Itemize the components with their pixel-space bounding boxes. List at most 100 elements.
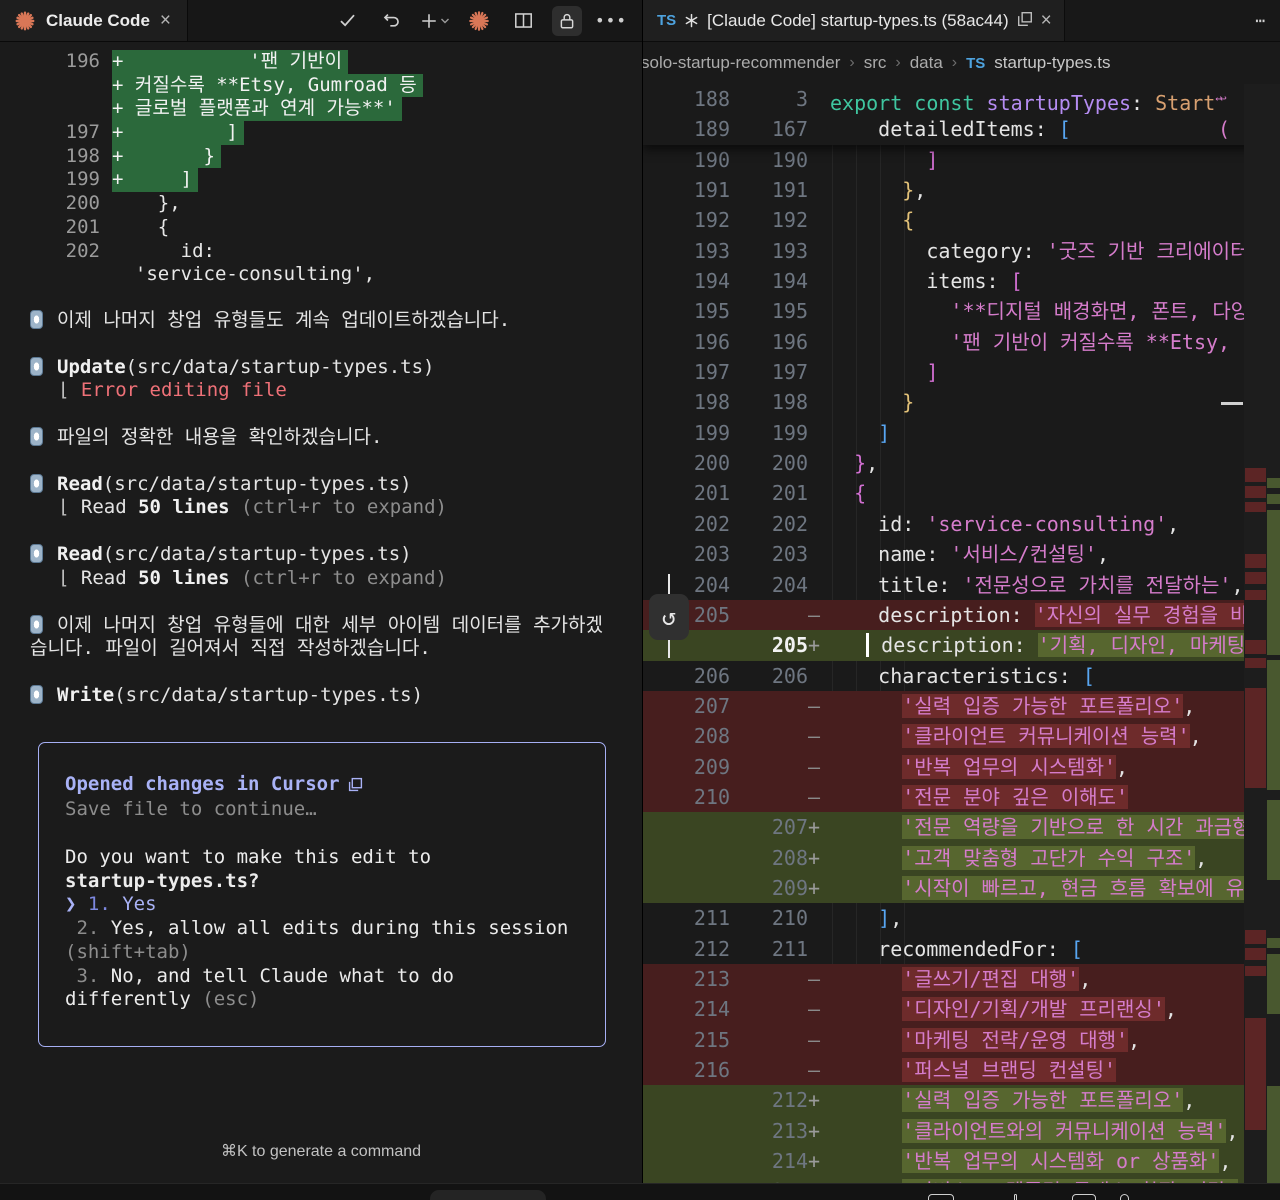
diff-line[interactable]: 206 206 characteristics: [ bbox=[643, 661, 1280, 691]
diff-line[interactable]: 195 195 '**디지털 배경화면, 폰트, 다양한 bbox=[643, 296, 1280, 326]
diff-line[interactable]: 196 196 '팬 기반이 커질수록 **Etsy, bbox=[643, 327, 1280, 357]
diff-line[interactable]: 208 + '고객 맞춤형 고단가 수익 구조', bbox=[643, 842, 1280, 873]
code-line-content[interactable]: id: 'service-consulting', bbox=[821, 509, 1280, 539]
code-line-content[interactable]: '반복 업무의 시스템화', bbox=[821, 752, 1280, 782]
revert-icon[interactable]: ↺ bbox=[649, 594, 689, 640]
compare-changes-icon[interactable] bbox=[1017, 11, 1033, 31]
editor-tab[interactable]: TS [Claude Code] startup-types.ts (58ac4… bbox=[643, 0, 1065, 41]
code-line-content[interactable]: detailedItems: [ bbox=[821, 114, 1280, 144]
code-line-content[interactable]: '클라이언트 커뮤니케이션 능력', bbox=[821, 721, 1280, 751]
lock-button[interactable] bbox=[552, 5, 582, 36]
code-line-content[interactable]: '실력 입증 가능한 포트폴리오', bbox=[821, 1085, 1280, 1115]
diff-line[interactable]: 198 198 } bbox=[643, 387, 1280, 417]
code-line-content[interactable]: { bbox=[821, 205, 1280, 235]
diff-line[interactable]: 212 + '실력 입증 가능한 포트폴리오', bbox=[643, 1085, 1280, 1116]
dialog-option-2[interactable]: 2. Yes, allow all edits during this sess… bbox=[65, 917, 579, 964]
minimap[interactable] bbox=[1244, 84, 1280, 1183]
code-line-content[interactable]: }, bbox=[821, 175, 1280, 205]
diff-line[interactable]: 215+ '서비스 → 템플릿/클래스 확장 전략' bbox=[643, 1176, 1280, 1183]
cutoff-toolbar-icon[interactable] bbox=[1072, 1194, 1096, 1200]
diff-line[interactable]: 193 193 category: '굿즈 기반 크리에이터 bbox=[643, 236, 1280, 266]
cutoff-toolbar-icon[interactable] bbox=[1120, 1194, 1129, 1200]
diff-line[interactable]: 210— '전문 분야 깊은 이해도' bbox=[643, 781, 1280, 813]
code-line-content[interactable]: } bbox=[821, 387, 1280, 417]
breadcrumb[interactable]: solo-startup-recommender › src › data › TS star… bbox=[643, 42, 1274, 84]
accept-check-button[interactable] bbox=[332, 6, 362, 36]
diff-line[interactable]: 208— '클라이언트 커뮤니케이션 능력', bbox=[643, 721, 1280, 752]
code-line-content[interactable]: '고객 맞춤형 고단가 수익 구조', bbox=[821, 843, 1280, 873]
breadcrumb-item[interactable]: solo-startup-recommender bbox=[643, 53, 840, 73]
diff-line[interactable]: 213 + '클라이언트와의 커뮤니케이션 능력', bbox=[643, 1115, 1280, 1147]
breadcrumb-file[interactable]: startup-types.ts bbox=[994, 53, 1110, 73]
new-session-button[interactable] bbox=[420, 6, 450, 36]
split-editor-button[interactable] bbox=[508, 6, 538, 36]
diff-line[interactable]: 191 191 }, bbox=[643, 175, 1280, 205]
code-line-content[interactable]: '실력 입증 가능한 포트폴리오', bbox=[821, 691, 1280, 721]
code-line-content[interactable]: '글쓰기/편집 대행', bbox=[821, 964, 1280, 994]
code-line-content[interactable]: '퍼스널 브랜딩 컨설팅' bbox=[821, 1055, 1280, 1085]
diff-line[interactable]: 200 200 }, bbox=[643, 448, 1280, 478]
diff-line[interactable]: 215— '마케팅 전략/운영 대행', bbox=[643, 1024, 1280, 1055]
sticky-scroll-line[interactable]: 188 3 export const startupTypes: Start↩↩ bbox=[643, 84, 1280, 114]
sticky-scroll-line[interactable]: 189 167 detailedItems: [( bbox=[643, 114, 1280, 144]
code-line-content[interactable]: '디자인/기획/개발 프리랜싱', bbox=[821, 994, 1280, 1024]
diff-line[interactable]: 211 210 ], bbox=[643, 903, 1280, 933]
code-line-content[interactable]: ] bbox=[821, 418, 1280, 448]
diff-line[interactable]: 212 211 recommendedFor: [ bbox=[643, 934, 1280, 964]
diff-line[interactable]: 207 + '전문 역량을 기반으로 한 시간 과금형 bbox=[643, 812, 1280, 843]
diff-line[interactable]: 213— '글쓰기/편집 대행', bbox=[643, 963, 1280, 995]
diff-line[interactable]: 203 203 name: '서비스/컨설팅', bbox=[643, 539, 1280, 569]
diff-line[interactable]: 214 + '반복 업무의 시스템화 or 상품화', bbox=[643, 1146, 1280, 1177]
code-line-content[interactable]: ], bbox=[821, 903, 1280, 933]
editor-more-actions[interactable]: ⋯ bbox=[1255, 11, 1280, 30]
dialog-option-1[interactable]: ❯ 1. Yes bbox=[65, 893, 579, 917]
diff-line[interactable]: 204 204 title: '전문성으로 가치를 전달하는', bbox=[643, 570, 1280, 600]
code-line-content[interactable]: description: '기획, 디자인, 마케팅 bbox=[821, 630, 1280, 660]
breadcrumb-item[interactable]: src bbox=[864, 53, 887, 73]
code-line-content[interactable]: ] bbox=[821, 357, 1280, 387]
code-line-content[interactable]: title: '전문성으로 가치를 전달하는', bbox=[821, 570, 1280, 600]
claude-code-tab[interactable]: Claude Code × bbox=[0, 0, 189, 41]
code-line-content[interactable]: '전문 분야 깊은 이해도' bbox=[821, 782, 1280, 812]
cutoff-toolbar-icon[interactable] bbox=[928, 1194, 954, 1200]
claude-starburst-button[interactable] bbox=[464, 6, 494, 36]
claude-code-tab-close-icon[interactable]: × bbox=[160, 10, 171, 32]
diff-line[interactable]: 216— '퍼스널 브랜딩 컨설팅' bbox=[643, 1055, 1280, 1086]
diff-line[interactable]: 205 + description: '기획, 디자인, 마케팅 bbox=[643, 630, 1280, 661]
code-line-content[interactable]: ] bbox=[821, 145, 1280, 175]
code-line-content[interactable]: recommendedFor: [ bbox=[821, 934, 1280, 964]
code-line-content[interactable]: { bbox=[821, 478, 1280, 508]
code-line-content[interactable]: category: '굿즈 기반 크리에이터 bbox=[821, 236, 1280, 266]
code-line-content[interactable]: '전문 역량을 기반으로 한 시간 과금형 bbox=[821, 812, 1280, 842]
code-line-content[interactable]: characteristics: [ bbox=[821, 661, 1280, 691]
diff-line[interactable]: 199 199 ] bbox=[643, 418, 1280, 448]
diff-line[interactable]: 197 197 ] bbox=[643, 357, 1280, 387]
diff-line[interactable]: 194 194 items: [ bbox=[643, 266, 1280, 296]
code-line-content[interactable]: }, bbox=[821, 448, 1280, 478]
more-actions-button[interactable]: ••• bbox=[595, 6, 626, 36]
code-line-content[interactable]: '팬 기반이 커질수록 **Etsy, bbox=[821, 327, 1280, 357]
code-line-content[interactable]: '**디지털 배경화면, 폰트, 다양한 bbox=[821, 296, 1280, 326]
editor-tab-close-icon[interactable]: × bbox=[1041, 10, 1052, 32]
diff-line[interactable]: 205— description: '자신의 실무 경험을 바 bbox=[643, 599, 1280, 631]
diff-line[interactable]: 202 202 id: 'service-consulting', bbox=[643, 509, 1280, 539]
code-line-content[interactable]: '클라이언트와의 커뮤니케이션 능력', bbox=[821, 1116, 1280, 1146]
diff-line[interactable]: 209— '반복 업무의 시스템화', bbox=[643, 751, 1280, 782]
breadcrumb-item[interactable]: data bbox=[910, 53, 943, 73]
diff-line[interactable]: 214— '디자인/기획/개발 프리랜싱', bbox=[643, 994, 1280, 1025]
diff-line[interactable]: 192 192 { bbox=[643, 205, 1280, 235]
diff-line[interactable]: 201 201 { bbox=[643, 478, 1280, 508]
diff-line[interactable]: 209 + '시작이 빠르고, 현금 흐름 확보에 유 bbox=[643, 872, 1280, 904]
undo-button[interactable] bbox=[376, 6, 406, 36]
code-line-content[interactable]: '서비스 → 템플릿/클래스 확장 전략' bbox=[821, 1176, 1280, 1183]
open-external-icon[interactable] bbox=[348, 775, 363, 797]
code-line-content[interactable]: export const startupTypes: Start↩↩ bbox=[821, 84, 1280, 114]
code-line-content[interactable]: name: '서비스/컨설팅', bbox=[821, 539, 1280, 569]
revert-change-widget[interactable]: ↺ bbox=[648, 574, 690, 658]
dialog-option-3[interactable]: 3. No, and tell Claude what to do differ… bbox=[65, 965, 579, 1012]
code-line-content[interactable]: '반복 업무의 시스템화 or 상품화', bbox=[821, 1146, 1280, 1176]
code-line-content[interactable]: items: [ bbox=[821, 266, 1280, 296]
code-line-content[interactable]: '시작이 빠르고, 현금 흐름 확보에 유 bbox=[821, 873, 1280, 903]
diff-line[interactable]: 190 190 ] bbox=[643, 145, 1280, 175]
code-line-content[interactable]: '마케팅 전략/운영 대행', bbox=[821, 1025, 1280, 1055]
